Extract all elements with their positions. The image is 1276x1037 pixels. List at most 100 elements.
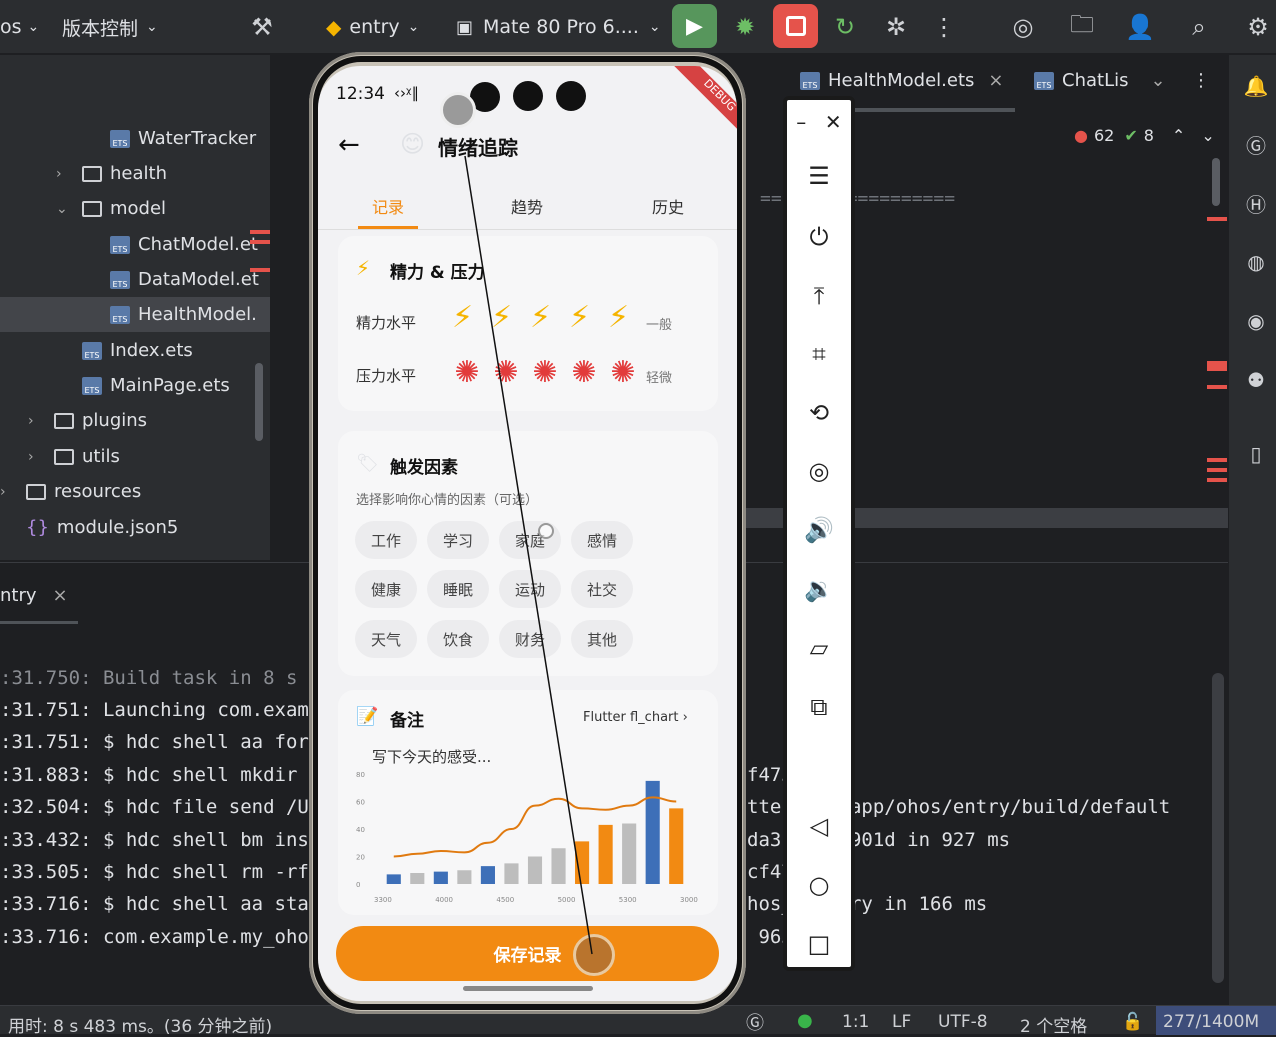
prev-icon[interactable]: ⌃ [1172, 126, 1185, 145]
menu-icon[interactable]: ☰ [787, 160, 851, 192]
trigger-chip[interactable]: 饮食 [427, 620, 489, 658]
tab-chatlist[interactable]: ETS ChatLis ⌄ [1034, 70, 1166, 91]
tree-item-chatmodel[interactable]: ETS ChatModel.et [0, 227, 270, 262]
apply-changes-icon[interactable]: ↻ [829, 11, 861, 43]
close-tab-icon[interactable]: × [988, 70, 1003, 91]
run-tab-entry[interactable]: ntry × [0, 585, 68, 606]
energy-bolt-icon[interactable]: ⚡ [569, 300, 590, 335]
g-status-icon[interactable]: Ⓖ [746, 1009, 764, 1035]
g-plugin-icon[interactable]: Ⓖ [1240, 128, 1272, 160]
run-scrollbar[interactable] [1212, 673, 1224, 983]
rotate-icon[interactable]: ⟲ [787, 397, 851, 429]
target-icon[interactable]: ◎ [1007, 11, 1039, 43]
stress-icon[interactable]: ✺ [530, 358, 560, 388]
tree-item-index[interactable]: ETS Index.ets [0, 333, 270, 368]
tab-history[interactable]: 历史 [652, 194, 684, 218]
debug-icon[interactable]: ✹ [729, 11, 761, 43]
close-tab-icon[interactable]: × [53, 585, 68, 606]
multiscreen-icon[interactable]: ⧉ [787, 691, 851, 723]
account-icon[interactable]: 👤 [1124, 11, 1156, 43]
module-icon: ◆ [326, 15, 342, 39]
stress-icon[interactable]: ✺ [569, 358, 599, 388]
trigger-chip[interactable]: 工作 [355, 521, 417, 559]
energy-bolt-icon[interactable]: ⚡ [491, 300, 512, 335]
back-arrow-icon[interactable]: ← [338, 130, 360, 160]
chart-link[interactable]: Flutter fl_chart › [583, 710, 688, 725]
editor-scrollbar[interactable] [1212, 158, 1220, 206]
tree-item-healthmodel[interactable]: ETS HealthModel. [0, 297, 270, 332]
search-icon[interactable]: ⌕ [1183, 11, 1215, 43]
notifications-icon[interactable]: 🔔 [1240, 70, 1272, 102]
trigger-chip[interactable]: 学习 [427, 521, 489, 559]
trigger-chip[interactable]: 感情 [571, 521, 633, 559]
tab-trend[interactable]: 趋势 [511, 194, 543, 218]
stop-button[interactable] [773, 4, 818, 48]
eye-icon[interactable]: ◉ [1240, 305, 1272, 337]
minimize-icon[interactable]: – [796, 110, 806, 134]
save-button[interactable]: 保存记录 [336, 926, 719, 981]
power-icon[interactable]: ⏻ [787, 221, 851, 253]
crop-icon[interactable]: ⌗ [787, 338, 851, 370]
next-icon[interactable]: ⌄ [1201, 126, 1214, 145]
indent-setting[interactable]: 2 个空格 [1020, 1012, 1087, 1037]
tree-item-mainpage[interactable]: ETS MainPage.ets [0, 368, 270, 403]
tree-item-health[interactable]: › health [0, 156, 270, 191]
energy-bolt-icon[interactable]: ⚡ [608, 300, 629, 335]
run-button[interactable]: ▶ [672, 4, 717, 48]
trigger-chip[interactable]: 健康 [355, 570, 417, 608]
line-separator[interactable]: LF [892, 1012, 911, 1032]
device-manager-icon[interactable]: ▯ [1240, 438, 1272, 470]
memory-indicator[interactable]: 277/1400M [1163, 1012, 1259, 1032]
folder-sync-icon[interactable]: 🗀 [1066, 10, 1098, 43]
log-line: :32.504: $ hdc file send /U [0, 796, 309, 818]
fold-icon[interactable]: ▱ [787, 632, 851, 664]
hammer-icon[interactable]: ⚒ [246, 11, 278, 43]
close-icon[interactable]: ✕ [825, 110, 842, 134]
home-icon[interactable]: ○ [787, 869, 851, 901]
tree-item-watertracker[interactable]: ETS WaterTracker [0, 121, 270, 156]
stress-icon[interactable]: ✺ [491, 358, 521, 388]
settings-gear-icon[interactable]: ⚙ [1242, 11, 1274, 43]
chevron-down-icon[interactable]: ⌄ [1150, 70, 1165, 91]
stress-icon[interactable]: ✺ [452, 358, 482, 388]
chart-bar [480, 866, 495, 884]
trigger-chip[interactable]: 运动 [499, 570, 561, 608]
trigger-chip[interactable]: 社交 [571, 570, 633, 608]
robot-icon[interactable]: ⚉ [1240, 364, 1272, 396]
record-icon[interactable]: ◎ [787, 455, 851, 487]
stress-icon[interactable]: ✺ [608, 358, 638, 388]
tree-item-plugins[interactable]: › plugins [0, 403, 270, 438]
volume-down-icon[interactable]: 🔉 [787, 573, 851, 605]
top-icon[interactable]: ⤒ [787, 280, 851, 312]
tab-healthmodel[interactable]: ETS HealthModel.ets × [800, 70, 1003, 91]
trigger-chip[interactable]: 睡眠 [427, 570, 489, 608]
project-menu-crop[interactable]: os ⌄ [0, 0, 39, 54]
volume-up-icon[interactable]: 🔊 [787, 514, 851, 546]
trigger-chip[interactable]: 财务 [499, 620, 561, 658]
file-encoding[interactable]: UTF-8 [938, 1012, 988, 1032]
back-icon[interactable]: ◁ [787, 810, 851, 842]
more-actions-icon[interactable]: ⋮ [928, 11, 960, 43]
recents-icon[interactable]: □ [787, 928, 851, 960]
trigger-chip[interactable]: 其他 [571, 620, 633, 658]
h-plugin-icon[interactable]: Ⓗ [1240, 187, 1272, 219]
device-select[interactable]: ▣ Mate 80 Pro 6.... ⌄ [456, 0, 661, 54]
vcs-menu[interactable]: 版本控制 ⌄ [62, 0, 158, 54]
tree-item-resources[interactable]: › resources [0, 474, 270, 509]
tab-record[interactable]: 记录 [372, 194, 404, 218]
trigger-chip[interactable]: 天气 [355, 620, 417, 658]
energy-bolt-icon[interactable]: ⚡ [530, 300, 551, 335]
lock-icon[interactable]: 🔓 [1122, 1012, 1143, 1032]
inspection-widget[interactable]: ● 62 ✔ 8 ⌃ ⌄ [1074, 126, 1215, 145]
energy-bolt-icon[interactable]: ⚡ [452, 300, 473, 335]
tree-scrollbar[interactable] [255, 363, 263, 441]
editor-more-icon[interactable]: ⋮ [1192, 70, 1210, 91]
run-config-select[interactable]: ◆ entry ⌄ [326, 0, 419, 54]
tree-item-datamodel[interactable]: ETS DataModel.et [0, 262, 270, 297]
globe-icon[interactable]: ◍ [1240, 246, 1272, 278]
tree-item-utils[interactable]: › utils [0, 439, 270, 474]
tree-item-model[interactable]: ⌄ model [0, 191, 270, 226]
profiler-icon[interactable]: ✲ [880, 11, 912, 43]
zoom-ratio[interactable]: 1:1 [842, 1012, 869, 1032]
tree-item-module-json[interactable]: {} module.json5 [0, 510, 270, 545]
